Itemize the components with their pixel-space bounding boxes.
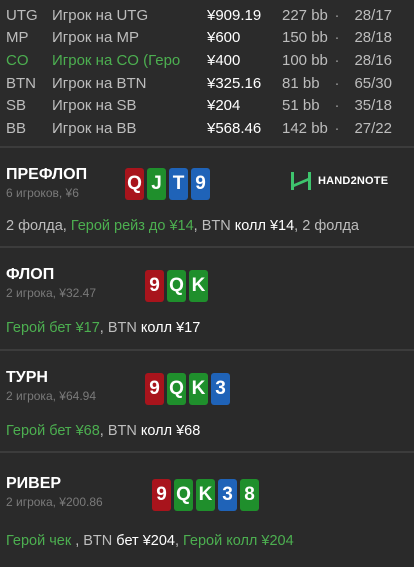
player-stack-bb: 81 bb bbox=[282, 74, 320, 92]
action-part: , BTN bbox=[99, 423, 141, 439]
player-stack: ¥600 bbox=[207, 29, 241, 47]
card: Q bbox=[125, 168, 144, 200]
action-hero: Герой бет ¥17 bbox=[6, 320, 100, 336]
separator-dot: · bbox=[334, 29, 340, 47]
turn-cards: 9 Q K 3 bbox=[145, 373, 230, 405]
player-position: MP bbox=[6, 29, 29, 47]
player-vpip-pfr: 27/22 bbox=[354, 119, 392, 137]
player-stack-bb: 142 bb bbox=[282, 119, 328, 137]
player-row-bb[interactable]: BB Игрок на BB ¥568.46 142 bb · 27/22 bbox=[6, 117, 408, 140]
player-stack-bb: 51 bb bbox=[282, 97, 320, 115]
hand2note-logo-text: HAND2NOTE bbox=[318, 175, 389, 187]
player-position: SB bbox=[6, 97, 27, 115]
card: K bbox=[189, 270, 208, 302]
action-part: 2 фолда, bbox=[6, 218, 71, 234]
player-name: Игрок на BTN bbox=[52, 74, 147, 92]
player-position: BTN bbox=[6, 74, 36, 92]
street-title: ПРЕФЛОП bbox=[6, 166, 88, 183]
card: 9 bbox=[145, 270, 164, 302]
street-flop: ФЛОП 2 игрока, ¥32.47 9 Q K Герой бет ¥1… bbox=[0, 246, 414, 349]
card: 3 bbox=[211, 373, 230, 405]
card: K bbox=[196, 479, 215, 511]
player-stack: ¥400 bbox=[207, 51, 241, 69]
player-row-sb[interactable]: SB Игрок на SB ¥204 51 bb · 35/18 bbox=[6, 94, 408, 117]
street-title: ФЛОП bbox=[6, 266, 55, 283]
street-action: Герой бет ¥17, BTN колл ¥17 bbox=[6, 320, 200, 336]
player-name: Игрок на MP bbox=[52, 29, 139, 47]
street-turn: ТУРН 2 игрока, ¥64.94 9 Q K 3 Герой бет … bbox=[0, 349, 414, 451]
player-stack: ¥909.19 bbox=[207, 6, 262, 24]
street-title: РИВЕР bbox=[6, 475, 62, 492]
separator-dot: · bbox=[334, 51, 340, 69]
separator-dot: · bbox=[334, 119, 340, 137]
player-row-co-hero[interactable]: CO Игрок на CO (Геро ¥400 100 bb · 28/16 bbox=[6, 49, 408, 72]
player-name: Игрок на BB bbox=[52, 119, 137, 137]
separator-dot: · bbox=[334, 97, 340, 115]
flop-cards: 9 Q K bbox=[145, 270, 208, 302]
player-stack: ¥204 bbox=[207, 97, 241, 115]
card: K bbox=[189, 373, 208, 405]
player-row-btn[interactable]: BTN Игрок на BTN ¥325.16 81 bb · 65/30 bbox=[6, 72, 408, 95]
card: 9 bbox=[152, 479, 171, 511]
card: Q bbox=[167, 373, 186, 405]
player-row-utg[interactable]: UTG Игрок на UTG ¥909.19 227 bb · 28/17 bbox=[6, 4, 408, 27]
card: Q bbox=[167, 270, 186, 302]
player-name: Игрок на UTG bbox=[52, 6, 149, 24]
player-stack-bb: 227 bb bbox=[282, 6, 328, 24]
action-villain: бет ¥204 bbox=[116, 533, 175, 549]
street-action: Герой бет ¥68, BTN колл ¥68 bbox=[6, 423, 200, 439]
action-part: , BTN bbox=[99, 320, 141, 336]
street-river: РИВЕР 2 игрока, ¥200.86 9 Q K 3 8 Герой … bbox=[0, 451, 414, 565]
player-position: CO bbox=[6, 51, 29, 69]
hand2note-icon bbox=[291, 172, 311, 190]
card: 9 bbox=[191, 168, 210, 200]
action-part: , 2 фолда bbox=[294, 218, 359, 234]
action-hero: Герой чек bbox=[6, 533, 76, 549]
player-name: Игрок на SB bbox=[52, 97, 137, 115]
player-stack-bb: 100 bb bbox=[282, 51, 328, 69]
street-action: 2 фолда, Герой рейз до ¥14, BTN колл ¥14… bbox=[6, 218, 359, 234]
player-stack: ¥568.46 bbox=[207, 119, 262, 137]
hand2note-logo: HAND2NOTE bbox=[290, 170, 388, 192]
player-name: Игрок на CO (Геро bbox=[52, 51, 181, 69]
river-cards: 9 Q K 3 8 bbox=[152, 479, 259, 511]
action-part: , BTN bbox=[193, 218, 235, 234]
street-subtitle: 2 игрока, ¥32.47 bbox=[6, 286, 96, 300]
separator-dot: · bbox=[334, 74, 340, 92]
street-preflop: ПРЕФЛОП 6 игроков, ¥6 Q J T 9 HAND2NOTE … bbox=[0, 146, 414, 246]
preflop-cards: Q J T 9 bbox=[125, 168, 210, 200]
action-part: , BTN bbox=[75, 533, 117, 549]
player-row-mp[interactable]: MP Игрок на MP ¥600 150 bb · 28/18 bbox=[6, 27, 408, 50]
card: 9 bbox=[145, 373, 164, 405]
separator-dot: · bbox=[334, 6, 340, 24]
card: J bbox=[147, 168, 166, 200]
player-stack-bb: 150 bb bbox=[282, 29, 328, 47]
card: Q bbox=[174, 479, 193, 511]
action-hero: Герой рейз до ¥14 bbox=[70, 218, 194, 234]
players-table: UTG Игрок на UTG ¥909.19 227 bb · 28/17 … bbox=[0, 0, 414, 146]
player-stack: ¥325.16 bbox=[207, 74, 262, 92]
player-vpip-pfr: 35/18 bbox=[354, 97, 392, 115]
action-hero: Герой бет ¥68 bbox=[6, 423, 100, 439]
action-villain: колл ¥17 bbox=[140, 320, 201, 336]
action-part: , bbox=[174, 533, 184, 549]
street-subtitle: 2 игрока, ¥200.86 bbox=[6, 495, 103, 509]
player-position: BB bbox=[6, 119, 27, 137]
player-position: UTG bbox=[6, 6, 38, 24]
card: 8 bbox=[240, 479, 259, 511]
street-action: Герой чек , BTN бет ¥204, Герой колл ¥20… bbox=[6, 533, 294, 549]
action-hero: Герой колл ¥204 bbox=[183, 533, 294, 549]
street-subtitle: 2 игрока, ¥64.94 bbox=[6, 389, 96, 403]
card: T bbox=[169, 168, 188, 200]
player-vpip-pfr: 28/17 bbox=[354, 6, 392, 24]
street-title: ТУРН bbox=[6, 369, 48, 386]
card: 3 bbox=[218, 479, 237, 511]
player-vpip-pfr: 28/18 bbox=[354, 29, 392, 47]
action-villain: колл ¥14 bbox=[234, 218, 295, 234]
street-subtitle: 6 игроков, ¥6 bbox=[6, 186, 79, 200]
player-vpip-pfr: 65/30 bbox=[354, 74, 392, 92]
player-vpip-pfr: 28/16 bbox=[354, 51, 392, 69]
action-villain: колл ¥68 bbox=[140, 423, 201, 439]
